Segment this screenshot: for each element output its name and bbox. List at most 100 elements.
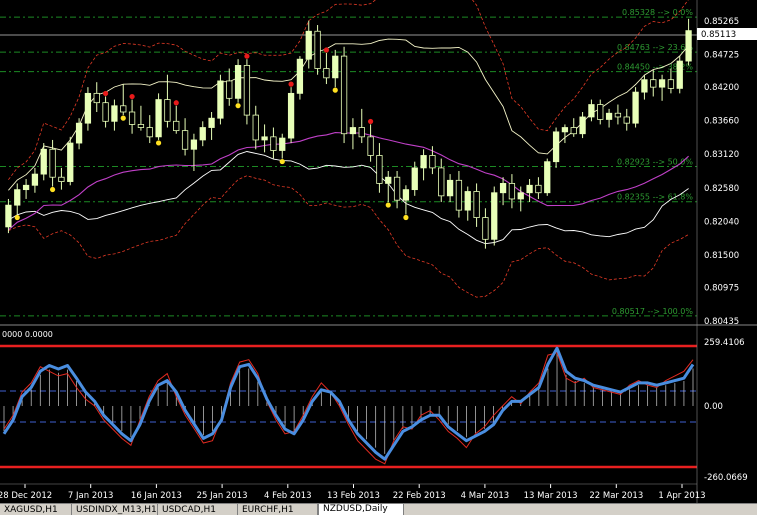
sell-signal-dot (244, 53, 250, 59)
indicator-bands (8, 0, 689, 298)
chart-tab-bar: XAGUSD,H1 USDINDX_M13,H1 USDCAD,H1 EURCHF,H… (0, 503, 757, 515)
candle (323, 52, 330, 85)
candle-body (349, 127, 357, 135)
candle (305, 20, 312, 69)
candle-body (270, 136, 277, 151)
candle-body (455, 179, 463, 211)
candle (332, 49, 339, 88)
candle-body (393, 176, 401, 201)
candle-body (650, 79, 657, 88)
candle-body (14, 189, 21, 206)
date-tick-label: 1 Apr 2013 (658, 491, 705, 501)
candle (199, 121, 206, 147)
candle-body (120, 105, 127, 113)
tab-eurchf-h1[interactable]: EURCHF,H1 (238, 504, 318, 515)
buy-signal-dot (14, 214, 20, 221)
oscillator-header: 0000 0.0000 (2, 330, 53, 339)
candle (252, 105, 259, 150)
candle-body (190, 139, 198, 150)
moving-average-line (8, 132, 689, 231)
candle (438, 158, 445, 203)
candle (84, 87, 92, 131)
candle (446, 174, 454, 203)
candle-body (243, 65, 251, 116)
candle-body (685, 30, 692, 62)
buy-signal-dot (279, 158, 285, 165)
upper-band-inner (8, 38, 689, 191)
chart-window: 0.85328 --> 0.0% 0.84763 --> 23.6% 0.84450… (0, 0, 757, 515)
candle (579, 111, 586, 139)
oscillator-panel[interactable] (0, 324, 757, 469)
price-tick-label: 0.84725 (704, 51, 739, 61)
candle (623, 108, 630, 131)
price-tick-label: 0.85265 (704, 17, 739, 27)
candle-body (482, 217, 489, 240)
candle-body (305, 30, 312, 60)
candle (208, 111, 215, 140)
candle-body (217, 80, 224, 119)
candle (597, 99, 604, 125)
candle-body (146, 127, 153, 138)
date-tick-label: 4 Feb 2013 (264, 491, 312, 501)
price-tick-label: 0.81500 (704, 251, 739, 261)
tab-nzdusd-daily[interactable]: NZDUSD,Daily (318, 504, 404, 515)
candle (570, 118, 577, 137)
candle (93, 82, 100, 112)
current-price-label: 0.85113 (701, 30, 736, 40)
candle-body (323, 68, 330, 79)
tab-usdindx-m13-h1[interactable]: USDINDX_M13,H1 (72, 504, 158, 515)
buy-signal-dot (403, 214, 409, 221)
candle (641, 74, 648, 100)
candle (58, 167, 65, 190)
candle (22, 179, 30, 199)
candle-body (570, 127, 577, 135)
candle-body (588, 104, 595, 118)
candle (685, 18, 692, 66)
sell-signal-dot (367, 118, 374, 125)
price-tick-label: 0.83120 (704, 150, 739, 160)
candle (137, 105, 145, 131)
candle (340, 46, 348, 144)
candle (420, 149, 427, 181)
price-tick-label: 0.80435 (704, 317, 739, 327)
candle-body (358, 127, 365, 138)
sell-signal-dot (323, 47, 330, 53)
fib-label: 0.80517 --> 100.0% (612, 307, 694, 316)
candle-body (667, 79, 675, 89)
candle (473, 183, 480, 227)
candle (464, 186, 471, 221)
candle-body (208, 117, 215, 128)
candle-body (632, 91, 639, 124)
candle (181, 118, 189, 156)
candle (226, 68, 233, 106)
candle (367, 124, 374, 162)
candle (499, 177, 507, 206)
candle (270, 127, 277, 159)
date-tick-label: 7 Jan 2013 (68, 491, 114, 501)
lower-band-outer (8, 175, 689, 298)
candle-body (128, 111, 136, 125)
candle (287, 87, 295, 144)
candle (31, 167, 39, 193)
candle-body (181, 130, 189, 150)
candle (535, 177, 542, 199)
candle (632, 87, 639, 128)
tab-xagusd-h1[interactable]: XAGUSD,H1 (0, 504, 72, 515)
candle (67, 136, 74, 186)
date-tick-label: 22 Feb 2013 (393, 491, 446, 501)
candlestick-series (5, 18, 692, 249)
candle (40, 143, 47, 181)
candle (164, 74, 171, 128)
candle (402, 185, 410, 215)
candle-body (314, 30, 321, 69)
candle (111, 99, 118, 131)
date-tick-label: 28 Dec 2012 (0, 491, 52, 501)
candle (128, 99, 136, 134)
candle (349, 118, 357, 150)
date-tick-label: 4 Mar 2013 (461, 491, 509, 501)
candle (491, 186, 498, 246)
tab-usdcad-h1[interactable]: USDCAD,H1 (158, 504, 238, 515)
sell-signal-dot (288, 81, 294, 87)
main-price-panel[interactable]: 0.85328 --> 0.0%0.84763 --> 23.6%0.84450… (0, 0, 697, 317)
buy-signal-dot (120, 115, 126, 121)
